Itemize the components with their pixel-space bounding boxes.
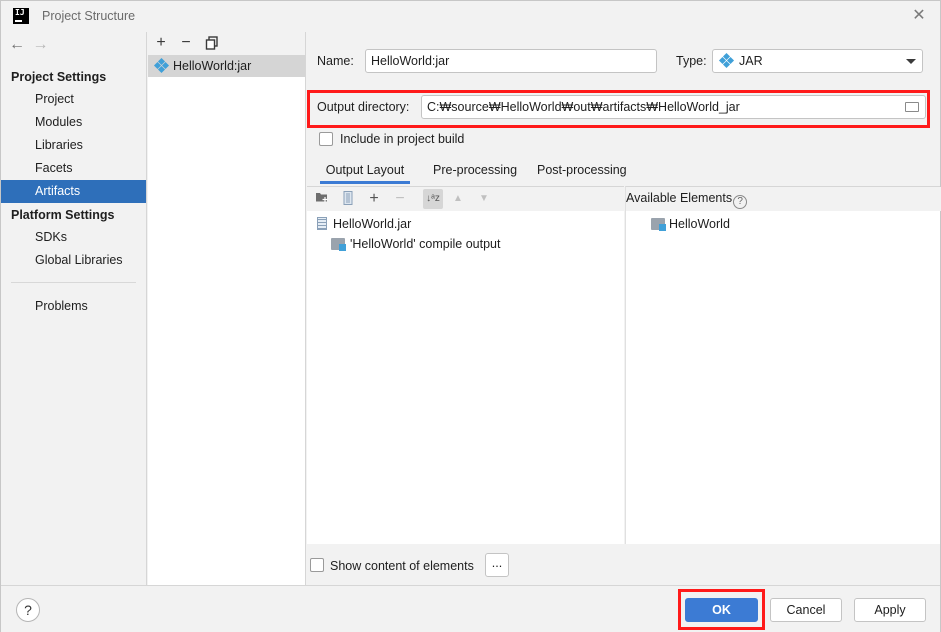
tab-output-layout[interactable]: Output Layout xyxy=(320,160,410,184)
sidebar-item-global-libraries[interactable]: Global Libraries xyxy=(1,249,146,272)
title-bar: IJ Project Structure ✕ xyxy=(1,1,940,32)
tab-pre-processing[interactable]: Pre-processing xyxy=(433,160,517,184)
sidebar-item-facets[interactable]: Facets xyxy=(1,157,146,180)
available-elements-panel: Available Elements? HelloWorld xyxy=(625,186,941,544)
window-title: Project Structure xyxy=(42,9,136,23)
project-settings-header: Project Settings xyxy=(11,70,107,84)
output-directory-field[interactable]: C:₩source₩HelloWorld₩out₩artifacts₩Hello… xyxy=(421,95,926,119)
output-layout-panel: + − ↓ᵃz ▲ ▼ HelloWorld.jar 'HelloWorld' … xyxy=(307,186,624,544)
remove-artifact-button[interactable]: − xyxy=(176,33,196,53)
ok-button[interactable]: OK xyxy=(685,598,758,622)
settings-sidebar: ← → Project Settings Project Modules Lib… xyxy=(1,32,147,585)
show-content-checkbox[interactable] xyxy=(310,558,324,572)
output-directory-value: C:₩source₩HelloWorld₩out₩artifacts₩Hello… xyxy=(427,100,740,114)
tree-item-compile-output[interactable]: 'HelloWorld' compile output xyxy=(331,234,500,254)
tree-item-jar-root[interactable]: HelloWorld.jar xyxy=(315,214,411,234)
jar-type-icon xyxy=(718,52,735,69)
tree-item-label: HelloWorld xyxy=(669,217,730,231)
jar-artifact-icon xyxy=(153,57,170,74)
sidebar-item-artifacts[interactable]: Artifacts xyxy=(1,180,146,203)
sidebar-item-sdks[interactable]: SDKs xyxy=(1,226,146,249)
cancel-button[interactable]: Cancel xyxy=(770,598,842,622)
artifact-list-toolbar: + − xyxy=(148,32,305,55)
close-icon[interactable]: ✕ xyxy=(910,7,928,25)
tree-item-label: HelloWorld.jar xyxy=(333,217,412,231)
sidebar-item-modules[interactable]: Modules xyxy=(1,111,146,134)
project-structure-dialog: IJ Project Structure ✕ ← → Project Setti… xyxy=(0,0,941,632)
move-up-icon[interactable]: ▲ xyxy=(450,191,466,207)
type-value: JAR xyxy=(739,54,763,68)
help-icon[interactable]: ? xyxy=(733,195,748,209)
sidebar-item-project[interactable]: Project xyxy=(1,88,146,111)
copy-artifact-button[interactable] xyxy=(202,33,222,53)
new-directory-icon[interactable] xyxy=(314,191,330,207)
new-archive-icon[interactable] xyxy=(340,191,356,207)
module-folder-icon xyxy=(331,238,346,251)
tree-item-label: 'HelloWorld' compile output xyxy=(350,237,501,251)
artifact-settings-panel: Name: HelloWorld:jar Type: JAR Output di… xyxy=(307,32,941,585)
sort-alphabetically-icon[interactable]: ↓ᵃz xyxy=(423,189,443,209)
back-arrow-icon[interactable]: ← xyxy=(9,36,29,54)
jar-file-icon xyxy=(317,217,327,230)
browse-folder-icon[interactable] xyxy=(905,102,919,112)
name-label: Name: xyxy=(317,54,354,68)
platform-settings-header: Platform Settings xyxy=(11,208,115,222)
type-combobox[interactable]: JAR xyxy=(712,49,923,73)
add-artifact-button[interactable]: + xyxy=(151,33,171,53)
copy-icon xyxy=(205,36,218,50)
chevron-down-icon xyxy=(906,59,916,64)
name-field[interactable]: HelloWorld:jar xyxy=(365,49,657,73)
sidebar-divider xyxy=(11,282,136,283)
add-copy-of-icon[interactable]: + xyxy=(366,191,382,207)
element-options-button[interactable]: ... xyxy=(485,553,509,577)
remove-element-icon[interactable]: − xyxy=(392,191,408,207)
output-directory-label: Output directory: xyxy=(317,100,410,114)
sidebar-item-problems[interactable]: Problems xyxy=(1,295,146,318)
module-folder-icon xyxy=(651,218,666,231)
show-content-label: Show content of elements xyxy=(330,559,474,573)
apply-button[interactable]: Apply xyxy=(854,598,926,622)
forward-arrow-icon[interactable]: → xyxy=(32,36,52,54)
move-down-icon[interactable]: ▼ xyxy=(476,191,492,207)
tab-post-processing[interactable]: Post-processing xyxy=(537,160,627,184)
output-layout-toolbar: + − ↓ᵃz ▲ ▼ xyxy=(307,187,624,211)
tree-item-available-module[interactable]: HelloWorld xyxy=(651,214,730,234)
dialog-footer: ? OK Cancel Apply xyxy=(1,585,940,632)
available-elements-header: Available Elements? xyxy=(626,191,748,209)
list-item-artifact[interactable]: HelloWorld:jar xyxy=(148,55,305,77)
include-in-build-checkbox[interactable] xyxy=(319,132,333,146)
type-label: Type: xyxy=(676,54,707,68)
help-button[interactable]: ? xyxy=(16,598,40,622)
history-navigation: ← → xyxy=(9,36,52,56)
artifact-list-panel: + − HelloWorld:jar xyxy=(148,32,306,585)
artifact-label: HelloWorld:jar xyxy=(173,59,252,73)
sidebar-item-libraries[interactable]: Libraries xyxy=(1,134,146,157)
include-in-build-label: Include in project build xyxy=(340,132,465,146)
intellij-app-icon: IJ xyxy=(13,8,29,24)
